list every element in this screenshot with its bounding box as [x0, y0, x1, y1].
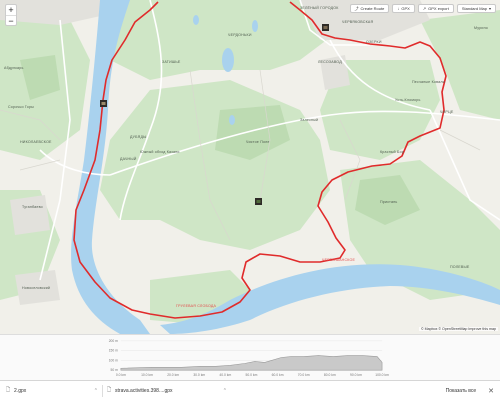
elevation-x-tick: 0.0 km — [116, 373, 126, 377]
create-route-label: Create Route — [360, 5, 385, 11]
gpx-label: GPX — [401, 5, 410, 11]
elevation-x-tick: 80.0 km — [324, 373, 336, 377]
map-label: Южный обход Казани — [140, 150, 180, 154]
map-label: Мурино — [474, 26, 488, 30]
map-toolbar: ⤴ Create Route ↓ GPX ↗ GPX export Standa… — [349, 4, 496, 13]
close-icon[interactable]: ✕ — [488, 387, 494, 395]
elevation-x-tick: 50.0 km — [246, 373, 258, 377]
map-canvas[interactable] — [0, 0, 500, 334]
download-item[interactable]: 🗋 strava.activities.398....gpx ⌃ — [107, 384, 227, 398]
divider — [102, 384, 103, 397]
file-icon: 🗋 — [6, 386, 11, 393]
download-filename: 2.gpx — [14, 387, 27, 394]
elevation-y-tick: 200 m — [109, 339, 118, 343]
map-label: Абдулкарь — [4, 66, 24, 70]
gpx-button[interactable]: ↓ GPX — [392, 4, 415, 13]
map-label: Пристань — [380, 200, 398, 204]
elevation-x-tick: 30.0 km — [193, 373, 205, 377]
map-label: ОЗЕРКИ — [366, 40, 382, 44]
download-filename: strava.activities.398....gpx — [115, 387, 173, 394]
gpx-export-button[interactable]: ↗ GPX export — [417, 4, 454, 13]
map-label: ЧИРЦЕ — [440, 110, 454, 114]
chevron-down-icon: ▾ — [488, 5, 491, 11]
elevation-y-tick: 100 m — [109, 358, 118, 362]
zoom-out-button[interactable]: − — [6, 15, 16, 26]
elevation-y-tick: 150 m — [109, 349, 118, 353]
map-label: Залесный — [300, 118, 319, 122]
download-item[interactable]: 🗋 2.gpx ⌃ — [6, 384, 98, 398]
map-label: Сорочьи Горы — [8, 105, 34, 109]
zoom-in-button[interactable]: + — [6, 5, 16, 15]
photo-marker-3[interactable] — [255, 198, 262, 205]
elevation-profile[interactable]: 200 m 150 m 100 m 50 m 0.0 km 10.0 km 20.0 km… — [0, 334, 500, 380]
map-label: Красный Бор — [380, 150, 405, 154]
elevation-x-tick: 20.0 km — [167, 373, 179, 377]
zoom-control: + − — [5, 4, 17, 26]
chevron-up-icon[interactable]: ⌃ — [223, 388, 227, 394]
export-icon: ↗ — [422, 5, 427, 11]
map-label: ДАЧНЫЙ — [120, 157, 137, 161]
downloads-bar: 🗋 2.gpx ⌃ 🗋 strava.activities.398....gpx… — [0, 380, 500, 400]
map-label: НИКОЛАЕВСКОЕ — [20, 140, 52, 144]
map-label: Чистое Поле — [246, 140, 270, 144]
map-label: ЗАТИШЬЕ — [162, 60, 181, 64]
download-icon: ↓ — [397, 5, 400, 11]
elevation-x-tick: 60.0 km — [272, 373, 284, 377]
photo-marker-2[interactable] — [100, 100, 107, 107]
map-label: ЧЕРДОНЬКИ — [228, 33, 252, 37]
file-icon: 🗋 — [107, 386, 112, 393]
chevron-up-icon[interactable]: ⌃ — [94, 388, 98, 394]
map-label: Новоселовский — [22, 286, 51, 290]
map-label: ЗЕЛЁНЫЙ ГОРОДОК — [300, 6, 339, 10]
map-label: ГРУЛЕВАЯ СЛОБОДА — [176, 304, 217, 308]
map-style-select[interactable]: Standard Map ▾ — [456, 4, 496, 13]
map-label: Усть-Кломорь — [395, 98, 421, 102]
photo-marker-1[interactable] — [322, 24, 329, 31]
gpx-export-label: GPX export — [428, 5, 449, 11]
map-label: ЧЕРВЯКОВСКАЯ — [342, 20, 374, 24]
elevation-x-tick: 10.0 km — [141, 373, 153, 377]
create-route-button[interactable]: ⤴ Create Route — [349, 4, 390, 13]
map-attribution[interactable]: © Mapbox © OpenStreetMap Improve this ma… — [418, 327, 498, 331]
route-icon: ⤴ — [354, 5, 359, 11]
elevation-x-tick: 40.0 km — [219, 373, 231, 377]
app-root: ЧЕРДОНЬКИ ЧЕРВЯКОВСКАЯ ЗЕЛЁНЫЙ ГОРОДОК Л… — [0, 0, 500, 400]
map-label: Песчаные Ковали — [412, 80, 445, 84]
elevation-x-tick: 70.0 km — [298, 373, 310, 377]
map-label: Туганбаево — [22, 205, 43, 209]
elevation-y-tick: 50 m — [111, 368, 119, 372]
map-label: ЧЕРЕМШАНСКОЕ — [322, 258, 356, 262]
show-all-button[interactable]: Показать все — [440, 386, 483, 396]
elevation-x-tick: 100.0 km — [375, 373, 389, 377]
map-label: ЛЕСОЗАВОД — [318, 60, 342, 64]
map-style-label: Standard Map — [461, 5, 487, 11]
elevation-x-tick: 90.0 km — [350, 373, 362, 377]
map-label: ПОЛЕВЫЕ — [450, 265, 470, 269]
map-label: ДУБЯДЫ — [130, 135, 147, 139]
